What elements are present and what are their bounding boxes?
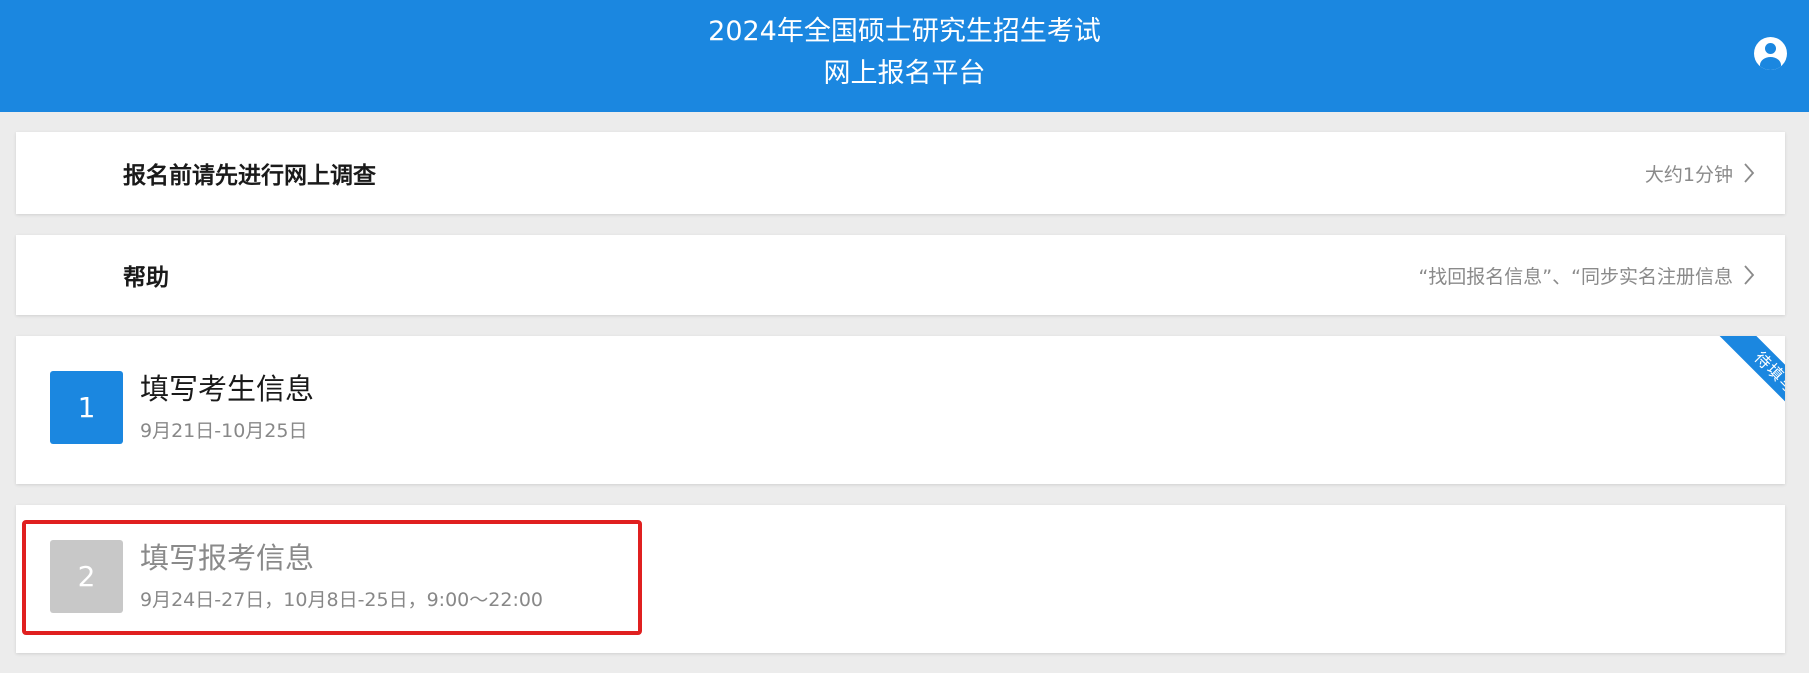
step-title: 填写考生信息 [140, 372, 315, 406]
highlight-annotation-box [22, 520, 642, 635]
app-header: 2024年全国硕士研究生招生考试 网上报名平台 [0, 0, 1809, 112]
status-ribbon: 待填写 [1695, 336, 1785, 426]
chevron-right-icon [1743, 162, 1755, 184]
help-hint-group: “找回报名信息”、“同步实名注册信息 [1418, 235, 1755, 315]
help-row[interactable]: 帮助 “找回报名信息”、“同步实名注册信息 [16, 235, 1785, 315]
survey-label: 报名前请先进行网上调查 [123, 163, 376, 189]
survey-row[interactable]: 报名前请先进行网上调查 大约1分钟 [16, 132, 1785, 214]
header-title-line2: 网上报名平台 [823, 58, 986, 89]
header-title-line1: 2024年全国硕士研究生招生考试 [708, 16, 1101, 47]
step-card-1[interactable]: 1 填写考生信息 9月21日-10月25日 待填写 [16, 336, 1785, 484]
step-number-badge: 1 [50, 371, 123, 444]
survey-hint: 大约1分钟 [1644, 163, 1733, 186]
step-date: 9月21日-10月25日 [140, 420, 308, 442]
help-label: 帮助 [123, 265, 169, 291]
survey-hint-group: 大约1分钟 [1645, 132, 1755, 214]
help-hint: “找回报名信息”、“同步实名注册信息 [1418, 265, 1733, 288]
user-icon[interactable] [1754, 37, 1787, 70]
status-badge: 待填写 [1716, 336, 1785, 426]
chevron-right-icon [1743, 264, 1755, 286]
